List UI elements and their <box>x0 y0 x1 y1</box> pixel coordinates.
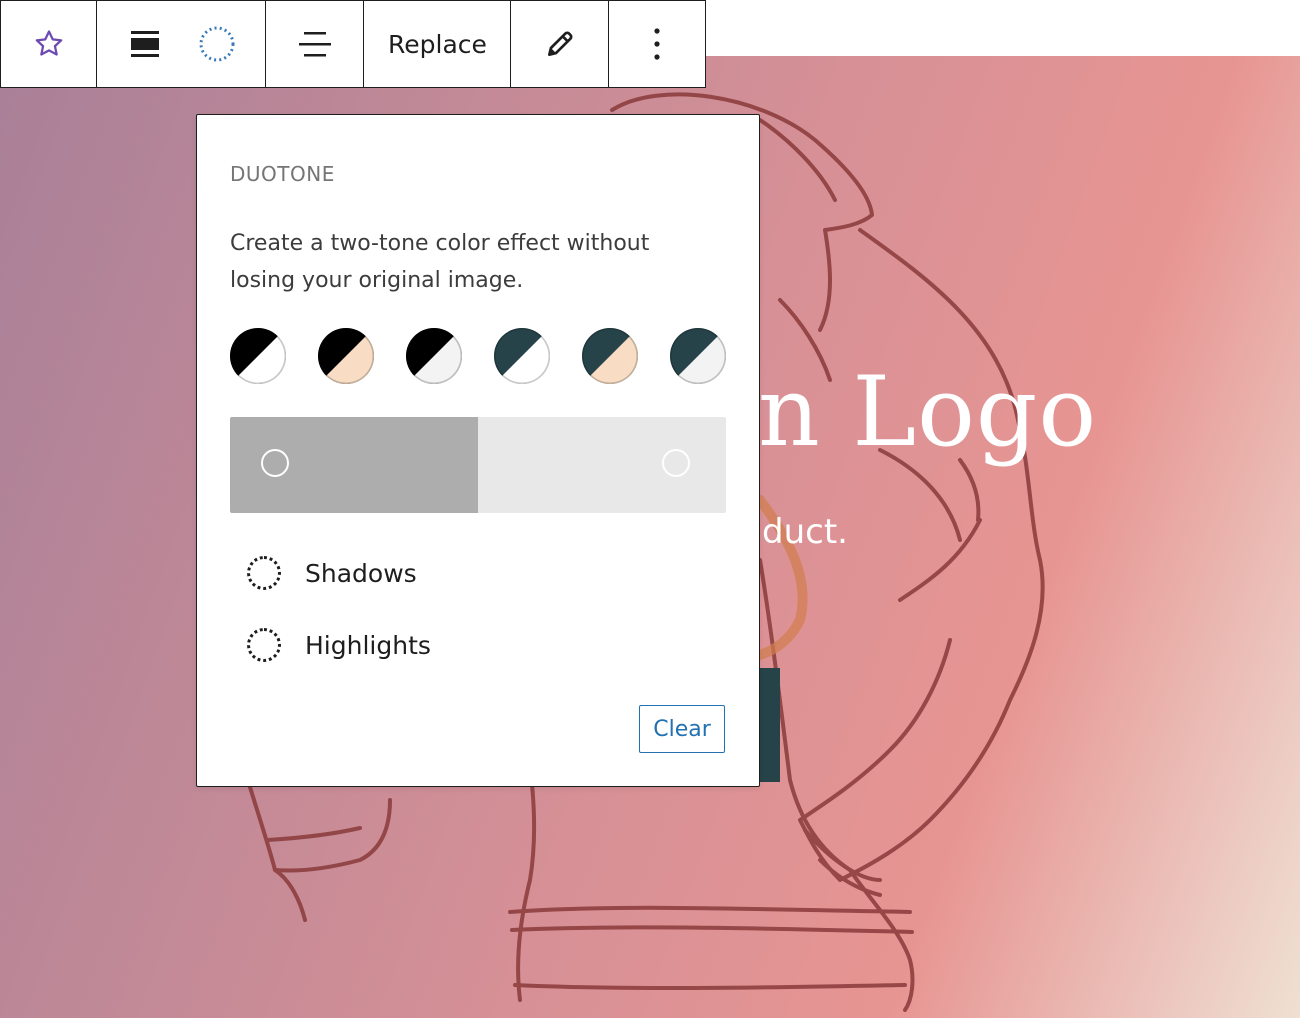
highlights-label: Highlights <box>305 630 431 660</box>
text-align-group <box>266 1 364 87</box>
swatch-ring <box>230 328 286 384</box>
text-align-button[interactable] <box>266 1 363 87</box>
clear-button[interactable]: Clear <box>639 705 725 753</box>
full-width-align-icon <box>131 31 159 57</box>
text-align-icon <box>298 32 331 57</box>
replace-button[interactable]: Replace <box>364 1 511 87</box>
swatch-ring <box>318 328 374 384</box>
gradient-highlight-section <box>478 417 726 513</box>
shadows-label: Shadows <box>305 558 417 588</box>
highlights-option[interactable]: Highlights <box>247 628 431 662</box>
duotone-preset-swatch[interactable] <box>670 328 726 384</box>
duotone-preset-swatch[interactable] <box>318 328 374 384</box>
align-duotone-group <box>97 1 266 87</box>
duotone-preset-swatch[interactable] <box>582 328 638 384</box>
swatch-ring <box>406 328 462 384</box>
star-icon <box>35 30 62 56</box>
pencil-icon <box>547 31 572 56</box>
shadows-color-indicator <box>247 556 281 590</box>
replace-group: Replace <box>364 1 511 87</box>
swatch-ring <box>494 328 550 384</box>
hero-title: n Logo <box>758 356 1098 468</box>
more-options-button[interactable] <box>609 1 705 87</box>
options-group <box>609 1 705 87</box>
block-toolbar: Replace <box>0 0 706 88</box>
swatch-ring <box>670 328 726 384</box>
highlight-color-handle[interactable] <box>662 449 690 477</box>
highlights-color-indicator <box>247 628 281 662</box>
duotone-preset-swatch[interactable] <box>406 328 462 384</box>
duotone-icon <box>199 26 235 62</box>
duotone-presets <box>230 328 726 384</box>
duotone-title: DUOTONE <box>230 162 335 186</box>
block-type-group <box>1 1 97 87</box>
hero-subtitle: duct. <box>762 512 848 552</box>
duotone-gradient-bar[interactable] <box>230 417 726 513</box>
duotone-popover: DUOTONE Create a two-tone color effect w… <box>196 114 760 787</box>
edit-image-button[interactable] <box>511 1 608 87</box>
duotone-button[interactable] <box>193 1 241 87</box>
gradient-shadow-section <box>230 417 478 513</box>
edit-group <box>511 1 609 87</box>
more-vertical-icon <box>654 28 660 60</box>
duotone-preset-swatch[interactable] <box>230 328 286 384</box>
swatch-ring <box>582 328 638 384</box>
duotone-preset-swatch[interactable] <box>494 328 550 384</box>
shadow-color-handle[interactable] <box>261 449 289 477</box>
full-width-align-button[interactable] <box>97 1 193 87</box>
block-type-button[interactable] <box>1 1 96 87</box>
shadows-option[interactable]: Shadows <box>247 556 417 590</box>
duotone-description: Create a two-tone color effect without l… <box>230 231 650 293</box>
